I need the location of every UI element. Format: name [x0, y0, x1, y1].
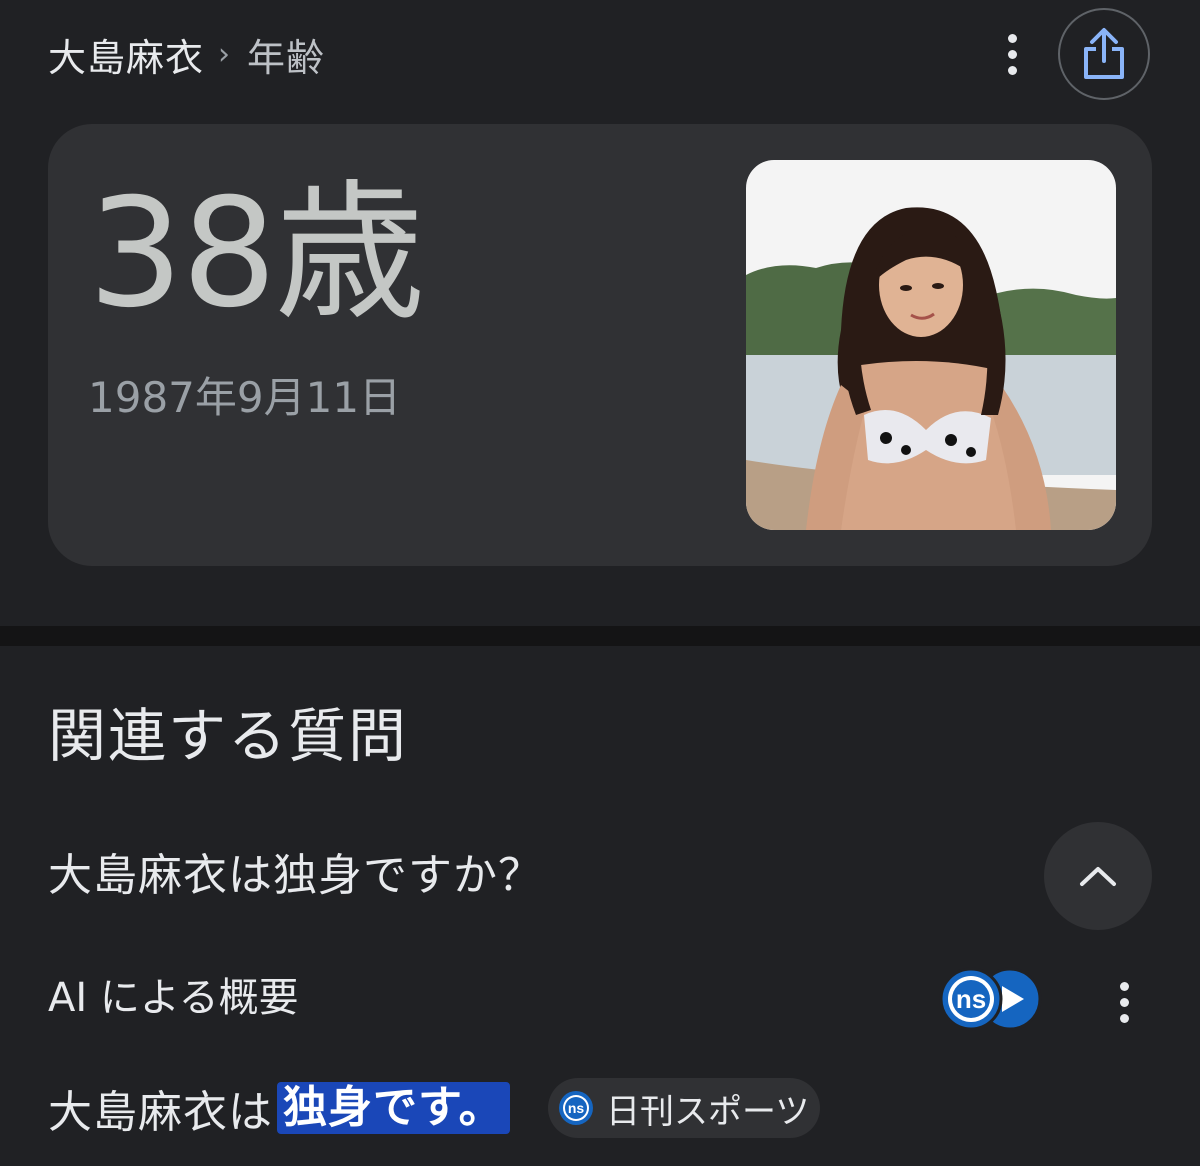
- breadcrumb: 大島麻衣 › 年齢: [48, 26, 325, 82]
- section-divider: [0, 626, 1200, 646]
- share-button[interactable]: [1058, 8, 1150, 100]
- breadcrumb-entity[interactable]: 大島麻衣: [48, 27, 204, 82]
- answer-prefix: 大島麻衣は: [48, 1087, 273, 1138]
- collapse-button[interactable]: [1044, 822, 1152, 930]
- ai-overview-label: AI による概要: [48, 975, 299, 1021]
- source-favicons[interactable]: ns: [938, 966, 1046, 1032]
- age-value: 38歳: [88, 167, 425, 341]
- more-vert-dot: [1119, 1013, 1129, 1023]
- source-chip[interactable]: ns 日刊スポーツ: [548, 1078, 820, 1138]
- more-vert-dot: [1007, 49, 1017, 59]
- breadcrumb-separator: ›: [218, 36, 232, 72]
- source-name[interactable]: 日刊スポーツ: [606, 1084, 809, 1133]
- source-logo-text: ns: [956, 984, 986, 1014]
- related-questions-title: 関連する質問: [48, 702, 409, 770]
- answer-highlight: 独身です。: [277, 1082, 510, 1134]
- more-vert-icon: [1007, 33, 1017, 43]
- more-vert-icon: [1119, 981, 1129, 991]
- ai-overview-more-button[interactable]: [1102, 974, 1146, 1030]
- more-vert-dot: [1007, 65, 1017, 75]
- nikkan-sports-icon: ns: [559, 1091, 593, 1125]
- more-options-button[interactable]: [990, 30, 1034, 78]
- ai-overview-answer: 大島麻衣は 独身です。: [48, 1078, 510, 1138]
- birthdate: 1987年9月11日: [88, 373, 402, 422]
- age-card: 38歳 1987年9月11日: [48, 124, 1152, 566]
- chip-logo-text: ns: [568, 1100, 585, 1116]
- chevron-up-icon: [1080, 867, 1116, 886]
- more-vert-dot: [1119, 997, 1129, 1007]
- related-question-row[interactable]: 大島麻衣は独身ですか？: [0, 820, 1200, 936]
- related-question-text[interactable]: 大島麻衣は独身ですか？: [48, 846, 543, 906]
- nikkan-sports-logo-icon: ns: [939, 967, 1003, 1031]
- search-result-page: 大島麻衣 › 年齢 38歳 1987年9月11日 関連する質問 大島麻衣は独身で…: [0, 0, 1200, 1166]
- share-icon: [1084, 28, 1124, 79]
- profile-photo[interactable]: [746, 160, 1116, 530]
- breadcrumb-attribute: 年齢: [247, 35, 326, 80]
